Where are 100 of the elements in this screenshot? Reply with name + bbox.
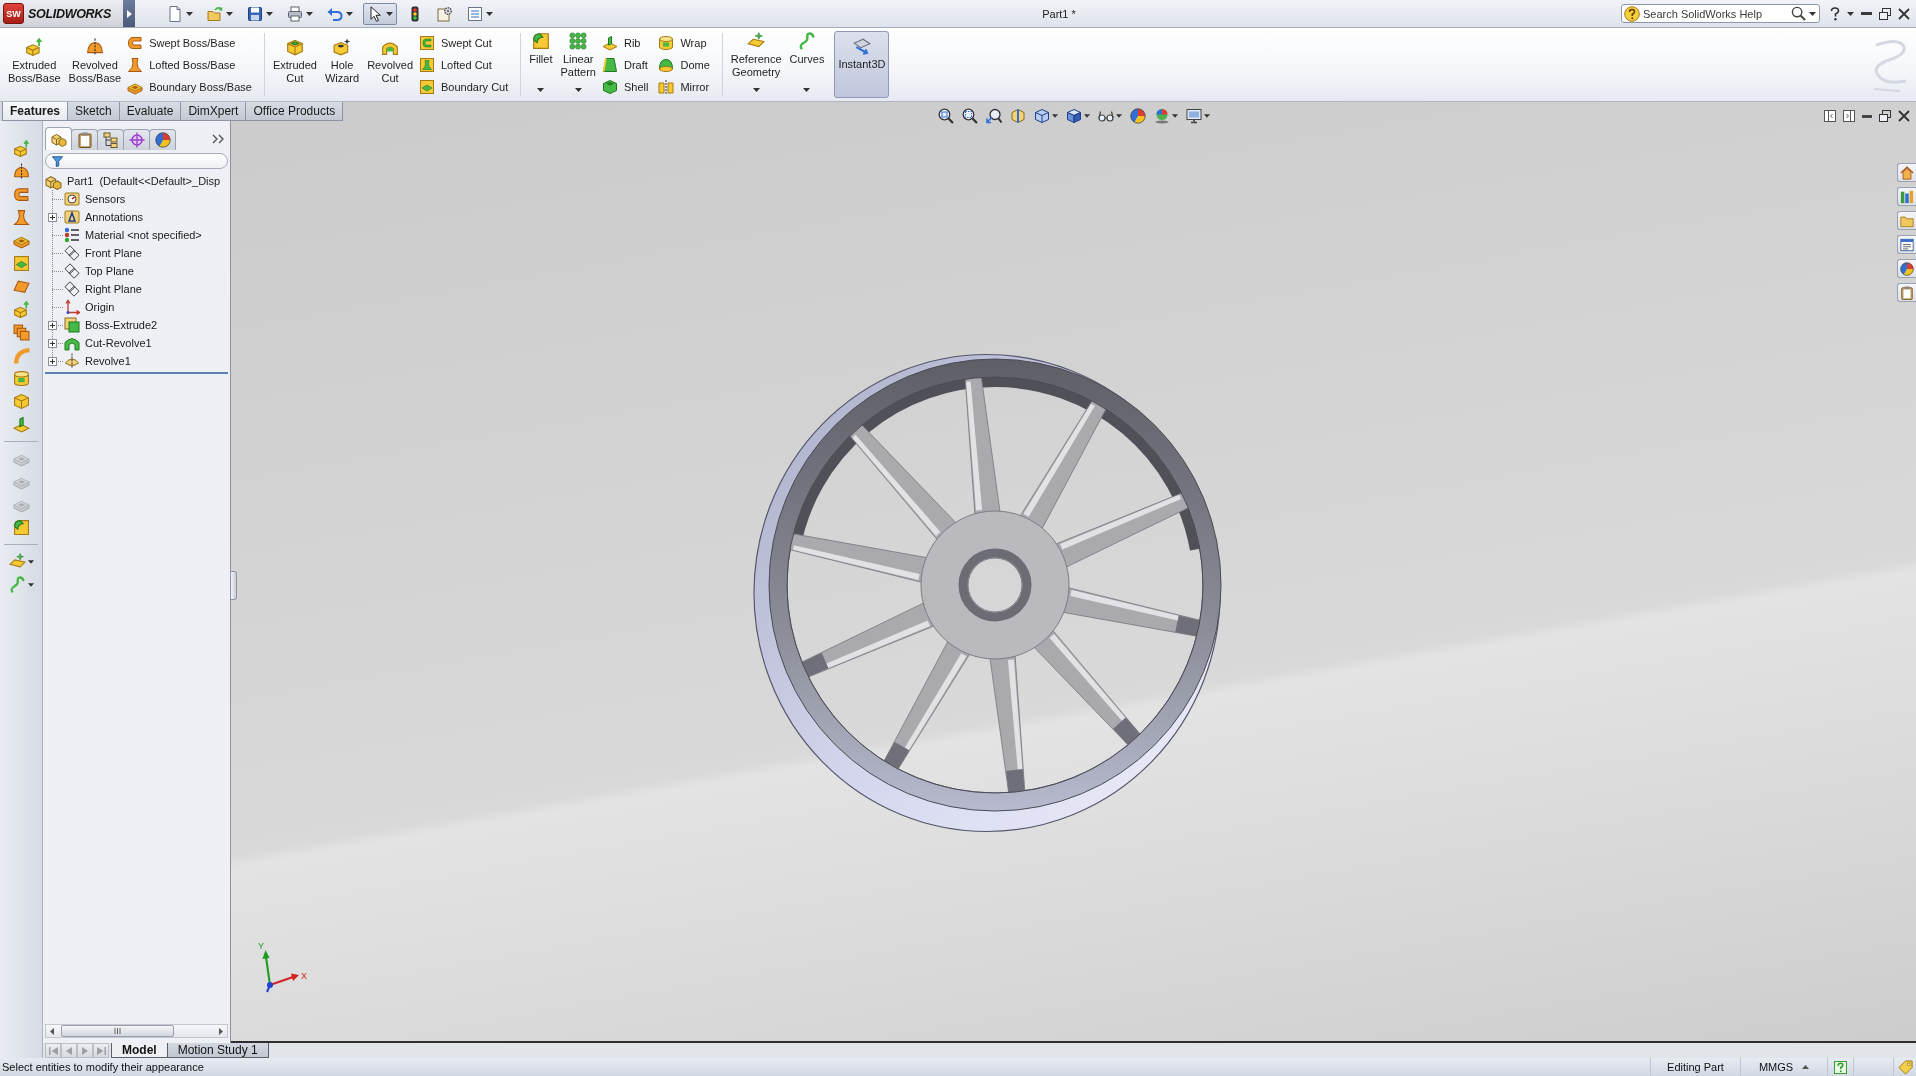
tree-item[interactable]: Cut-Revolve1	[85, 337, 152, 349]
command-button[interactable]: Mirror	[656, 76, 712, 98]
task-pane-button[interactable]	[1897, 211, 1916, 230]
help-icon[interactable]	[1830, 6, 1840, 21]
command-button[interactable]: Linear Pattern	[556, 28, 600, 101]
scrollbar[interactable]	[45, 1024, 228, 1038]
command-button[interactable]: Reference Geometry	[726, 28, 786, 101]
triangle-right-icon	[82, 1046, 88, 1055]
splitter-handle[interactable]	[231, 571, 237, 600]
box-arrow-icon	[25, 38, 44, 56]
command-button[interactable]: Curves	[785, 28, 829, 101]
command-button[interactable]: Dome	[656, 54, 712, 76]
glasses-icon	[1097, 108, 1114, 124]
panel-tab[interactable]	[123, 129, 150, 150]
tree-item[interactable]: Annotations	[85, 211, 144, 223]
command-button[interactable]: Shell	[599, 76, 651, 98]
minimize-icon[interactable]	[1862, 114, 1872, 118]
tree-item[interactable]: Material <not specified>	[85, 229, 202, 241]
command-button[interactable]: Swept Cut	[417, 32, 511, 54]
plus-box-icon[interactable]	[48, 338, 57, 348]
task-pane-button[interactable]	[1897, 235, 1916, 254]
command-button[interactable]: Rib	[599, 32, 651, 54]
command-button[interactable]: Wrap	[656, 32, 712, 54]
plus-box-icon[interactable]	[48, 320, 57, 330]
panel-tab[interactable]	[149, 129, 176, 150]
command-button[interactable]: Draft	[599, 54, 651, 76]
panel-right-icon[interactable]	[1843, 110, 1855, 122]
panel-tab[interactable]	[71, 129, 98, 150]
tree-item[interactable]: Sensors	[85, 193, 126, 205]
triangle-right-icon[interactable]	[219, 1027, 223, 1035]
plus-box-icon[interactable]	[48, 212, 57, 222]
tab[interactable]: Sketch	[67, 102, 120, 121]
tab[interactable]: DimXpert	[180, 102, 247, 121]
caret-icon[interactable]	[1847, 11, 1854, 16]
scrollbar-thumb[interactable]	[61, 1025, 174, 1037]
panel-left-icon[interactable]	[1824, 110, 1836, 122]
task-pane-button[interactable]	[1897, 283, 1916, 302]
search-input[interactable]: Search SolidWorks Help	[1643, 6, 1788, 21]
panel-tab[interactable]	[45, 127, 72, 150]
tab[interactable]: Features	[2, 102, 69, 121]
s-curve-icon	[797, 32, 816, 50]
toolbar-button[interactable]	[363, 2, 397, 25]
command-button[interactable]: Fillet	[525, 28, 557, 101]
command-button[interactable]: Lofted Boss/Base	[125, 54, 254, 76]
caret-icon	[1115, 114, 1122, 118]
rib-block-icon	[12, 416, 30, 433]
command-button[interactable]: Boundary Boss/Base	[125, 76, 254, 98]
command-button[interactable]: Lofted Cut	[417, 54, 511, 76]
close-icon[interactable]	[1898, 7, 1910, 20]
toolbar-button[interactable]	[1183, 106, 1212, 126]
tab[interactable]: Evaluate	[118, 102, 182, 121]
toolbar-button[interactable]	[983, 106, 1004, 126]
triangle-left-icon[interactable]	[50, 1027, 54, 1035]
command-button[interactable]: Hole Wizard	[320, 28, 364, 101]
command-button[interactable]: Swept Boss/Base	[125, 32, 254, 54]
command-button[interactable]: Revolved Cut	[363, 28, 417, 101]
caret-icon[interactable]	[1809, 11, 1816, 16]
command-button[interactable]: Boundary Cut	[417, 76, 511, 98]
box-arrow-icon	[12, 301, 30, 318]
menu-expand-button[interactable]	[123, 0, 135, 27]
task-pane-button[interactable]	[1897, 187, 1916, 206]
search-field[interactable]: Search SolidWorks Help	[1621, 4, 1820, 23]
status-message: Select entities to modify their appearance	[2, 1061, 204, 1073]
filter-field[interactable]	[45, 153, 228, 169]
tree-item[interactable]: Boss-Extrude2	[85, 319, 158, 331]
plus-box-icon[interactable]	[48, 356, 57, 366]
command-button[interactable]: Instant3D	[834, 31, 890, 98]
funnel-icon	[52, 155, 63, 167]
caret-up-icon[interactable]	[1802, 1065, 1810, 1069]
close-icon[interactable]	[1898, 110, 1910, 122]
tree-item[interactable]: Part1 (Default<<Default>_Disp	[67, 175, 221, 187]
stacked-squares-icon	[12, 324, 30, 341]
tab[interactable]: Motion Study 1	[166, 1043, 269, 1058]
tab[interactable]: Office Products	[245, 102, 344, 121]
tree-item[interactable]: Revolve1	[85, 355, 131, 367]
tree-item[interactable]: Origin	[85, 301, 115, 313]
axis-label: Y	[258, 941, 264, 951]
tree-item[interactable]: Front Plane	[85, 247, 142, 259]
panel-tab[interactable]	[97, 129, 124, 150]
command-button[interactable]: Extruded Cut	[268, 28, 321, 101]
caret-icon	[386, 11, 393, 16]
restore-icon[interactable]	[1879, 7, 1891, 20]
diamond-outline-icon	[64, 281, 80, 297]
cursor-arrow-icon	[367, 5, 383, 22]
units-selector[interactable]: MMGS	[1758, 1061, 1794, 1073]
tree-item[interactable]: Right Plane	[85, 283, 142, 295]
task-pane-button[interactable]	[1897, 163, 1916, 182]
caret-icon	[803, 88, 811, 92]
caret-icon	[537, 88, 545, 92]
caret-icon	[306, 11, 313, 16]
command-button[interactable]: Extruded Boss/Base	[4, 28, 65, 101]
tree-item[interactable]: Top Plane	[85, 265, 134, 277]
box-tray-icon	[419, 79, 435, 95]
restore-icon[interactable]	[1879, 110, 1891, 122]
tab[interactable]: Model	[111, 1043, 168, 1058]
command-button[interactable]: Revolved Boss/Base	[64, 28, 126, 101]
cylinder-icon	[12, 370, 30, 387]
task-pane-button[interactable]	[1897, 259, 1916, 278]
search-icon[interactable]	[1791, 6, 1806, 21]
double-chevron-icon[interactable]	[212, 133, 224, 144]
